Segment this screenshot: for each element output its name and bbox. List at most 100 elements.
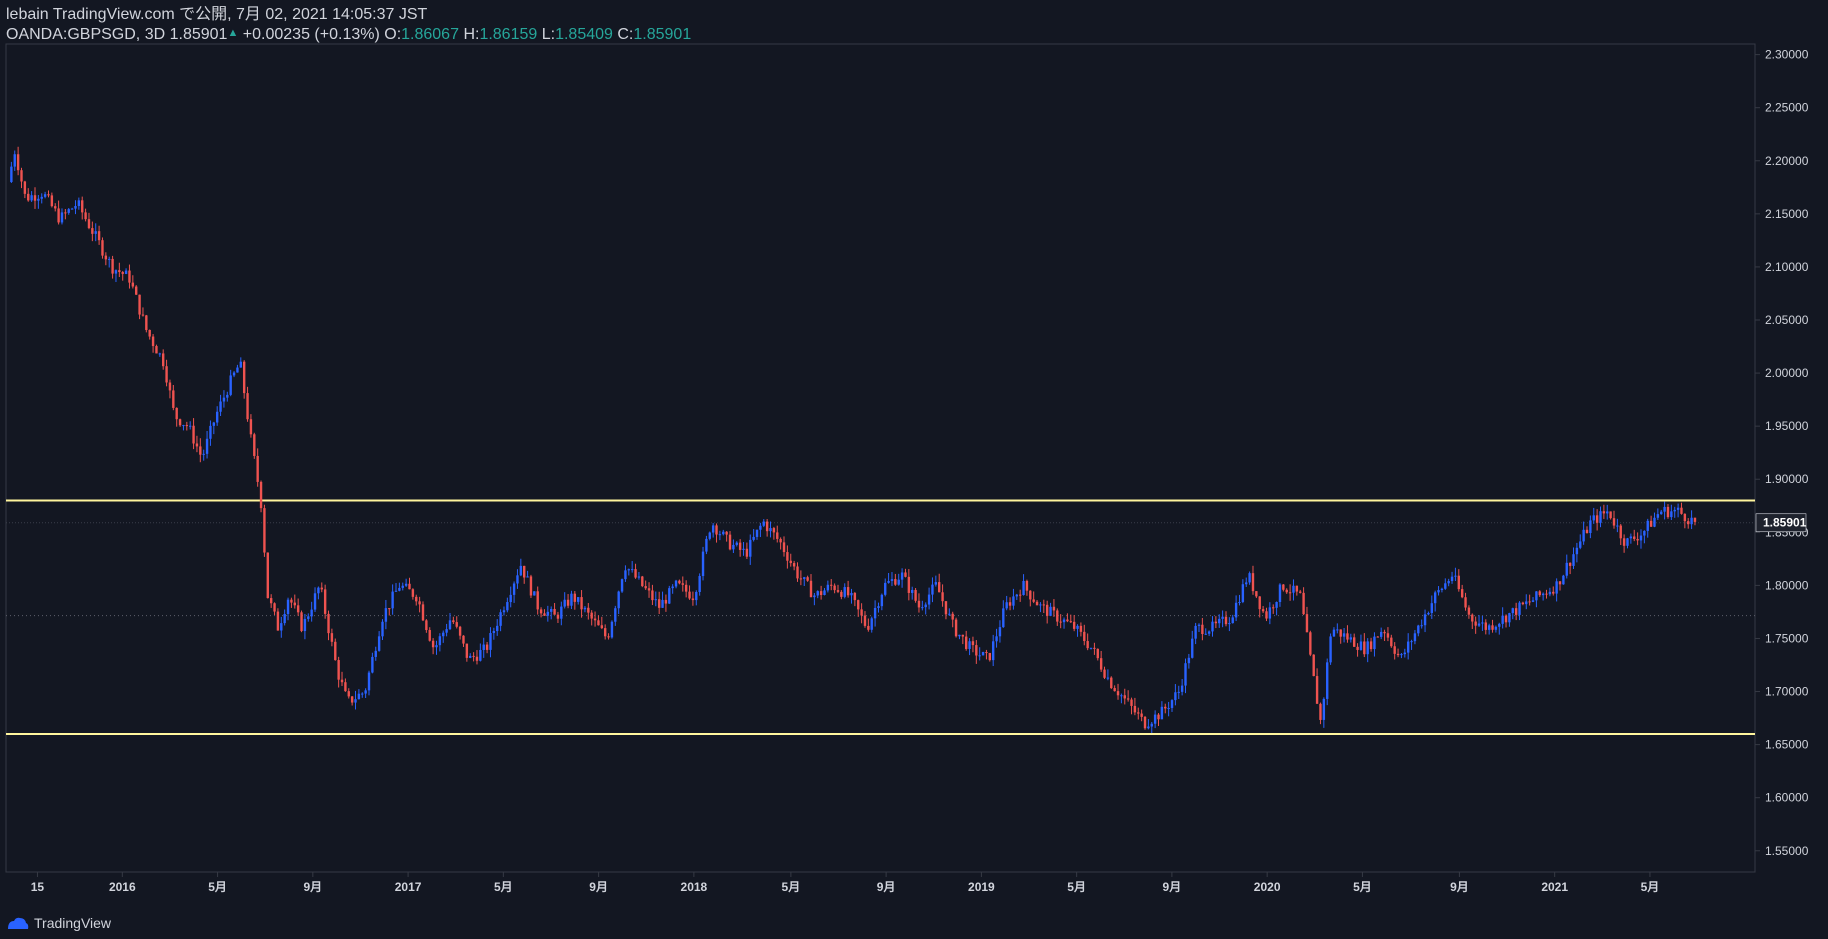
horizontal-levels[interactable]	[6, 499, 1755, 735]
candle-body	[647, 588, 651, 591]
candle-body	[1275, 602, 1278, 608]
candle-body	[148, 329, 151, 337]
candle-body	[1433, 592, 1437, 604]
candle-body	[695, 591, 698, 601]
candle-body	[1595, 515, 1599, 523]
candle-body	[1234, 602, 1238, 618]
candle-body	[1558, 581, 1562, 585]
time-tick-label: 9月	[303, 880, 322, 894]
candle-body	[1228, 623, 1231, 625]
candle-body	[1272, 607, 1275, 609]
candle-body	[1373, 636, 1376, 650]
candle-body	[941, 592, 944, 602]
candle-body	[1565, 562, 1568, 576]
time-axis[interactable]: 15 2016 5月 9月 2017 5月 9月 2018 5月 9月 2019 5月 9月 2020 5月…	[31, 872, 1660, 894]
candle-body	[263, 508, 266, 553]
candle-body	[1646, 520, 1649, 531]
candle-body	[907, 576, 911, 593]
candle-body	[674, 580, 678, 587]
candle-body	[246, 393, 249, 420]
candle-body	[651, 590, 654, 601]
time-tick-label: 2020	[1254, 880, 1281, 894]
candle-body	[1676, 507, 1680, 510]
candle-body	[1545, 593, 1548, 595]
candle-body	[428, 630, 431, 641]
candle-body	[1326, 662, 1329, 699]
candle-body	[1680, 507, 1683, 514]
candle-body	[644, 586, 647, 589]
candle-body	[1666, 506, 1670, 518]
candle-body	[97, 231, 101, 241]
candle-body	[786, 552, 789, 561]
candle-body	[219, 401, 222, 412]
candle-body	[570, 593, 573, 606]
candle-body	[981, 652, 985, 656]
candle-body	[388, 608, 391, 610]
price-axis[interactable]: 2.30000 2.25000 2.20000 2.15000 2.10000 2.050…	[1755, 48, 1809, 858]
candle-body	[1633, 536, 1636, 539]
candle-body	[232, 372, 236, 376]
candle-body	[377, 636, 381, 651]
candle-body	[499, 612, 502, 626]
candle-body	[870, 618, 873, 630]
candle-body	[1164, 706, 1167, 709]
candle-body	[1177, 691, 1180, 693]
candle-body	[259, 481, 263, 509]
candle-body	[1639, 535, 1643, 541]
candle-body	[16, 154, 20, 171]
price-tick-label: 1.65000	[1765, 738, 1809, 752]
candle-body	[1089, 647, 1093, 649]
candle-body	[634, 569, 637, 578]
candle-body	[384, 608, 388, 622]
candle-body	[458, 626, 462, 636]
candle-body	[374, 650, 377, 657]
candle-body	[1049, 606, 1052, 616]
candle-body	[573, 593, 577, 602]
candle-body	[50, 195, 54, 207]
candle-body	[991, 641, 995, 661]
candle-body	[1066, 619, 1069, 622]
candle-body	[108, 258, 111, 260]
candle-body	[236, 367, 239, 373]
price-chart[interactable]: 2.30000 2.25000 2.20000 2.15000 2.10000 2.050…	[0, 0, 1828, 939]
candle-body	[290, 599, 293, 603]
candle-body	[1346, 633, 1349, 640]
candle-body	[1606, 511, 1609, 514]
candle-body	[411, 589, 415, 597]
candle-body	[361, 693, 364, 695]
candle-body	[327, 613, 330, 634]
candle-body	[155, 346, 158, 354]
candle-body	[33, 195, 37, 201]
candle-body	[1649, 520, 1653, 527]
candle-body	[1035, 601, 1039, 606]
candle-body	[249, 419, 253, 435]
candle-body	[1464, 597, 1467, 608]
candle-body	[1501, 615, 1504, 624]
candle-body	[1447, 581, 1450, 584]
candle-body	[1059, 621, 1062, 623]
candle-body	[769, 528, 772, 532]
candle-body	[1086, 641, 1089, 649]
candle-body	[1248, 573, 1251, 583]
candle-body	[1508, 613, 1511, 623]
candle-body	[1207, 631, 1211, 634]
candle-body	[1029, 590, 1032, 600]
candle-body	[1342, 633, 1346, 637]
candle-body	[826, 584, 830, 591]
candle-body	[691, 598, 695, 601]
candle-body	[421, 604, 425, 621]
candle-body	[877, 606, 880, 608]
candle-body	[860, 609, 863, 616]
candle-body	[792, 563, 796, 567]
candle-body	[546, 611, 550, 616]
candle-body	[1562, 575, 1565, 585]
candle-body	[215, 411, 219, 423]
candle-body	[492, 631, 496, 634]
candle-body	[1126, 698, 1130, 700]
candle-body	[1305, 614, 1309, 633]
candle-body	[1457, 575, 1460, 590]
candle-body	[1218, 618, 1221, 624]
candle-body	[624, 570, 627, 580]
candle-body	[182, 425, 185, 427]
candle-body	[617, 591, 620, 609]
